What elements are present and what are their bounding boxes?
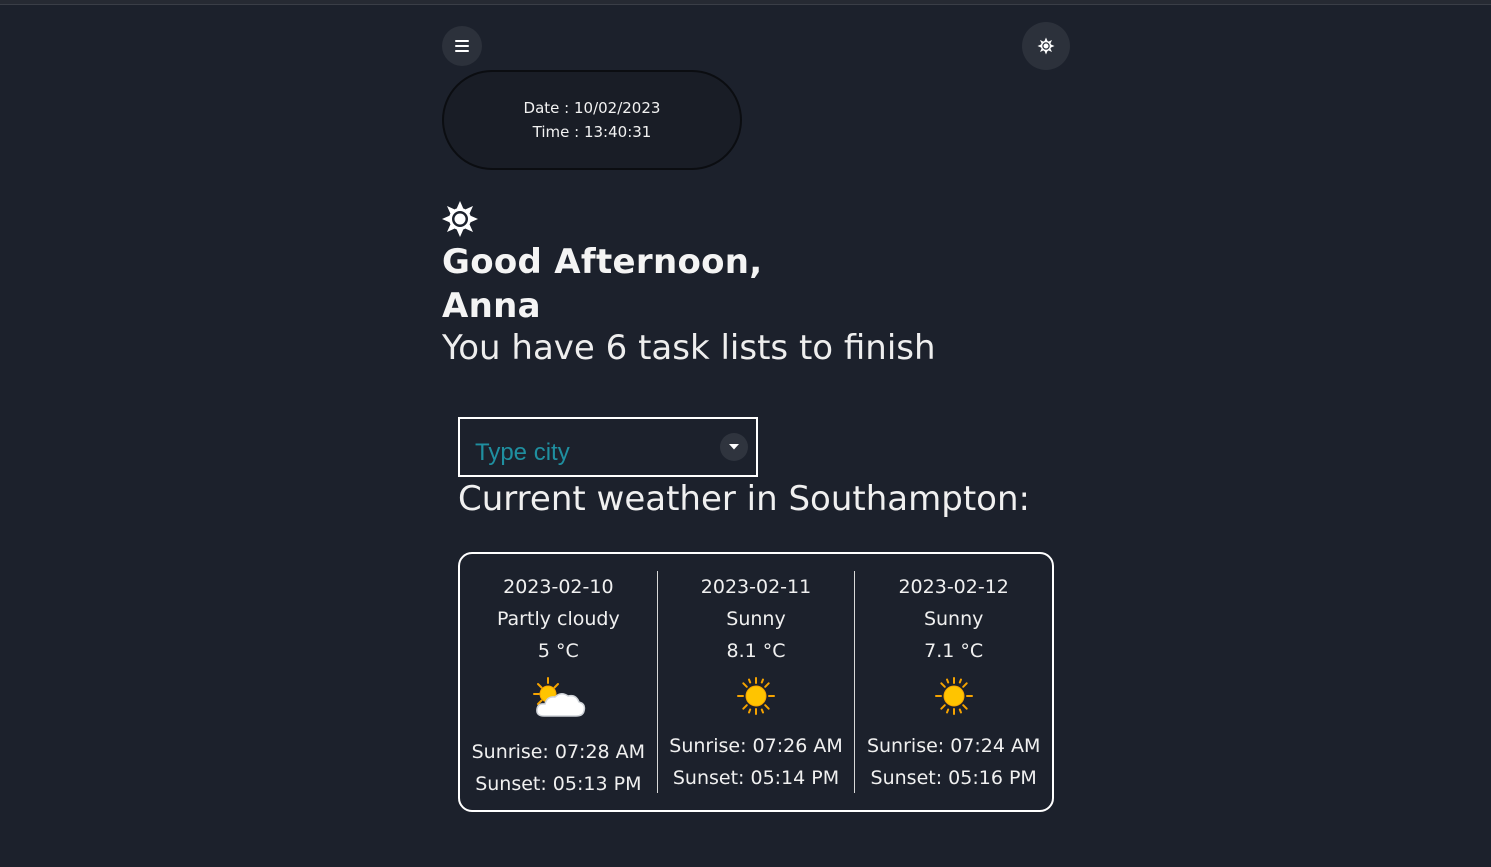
forecast-panel: 2023-02-10 Partly cloudy 5 °C Sunrise: 0… bbox=[458, 552, 1054, 812]
time-row: Time : 13:40:31 bbox=[533, 120, 652, 144]
forecast-sunrise: Sunrise: 07:24 AM bbox=[866, 735, 1041, 757]
forecast-date: 2023-02-10 bbox=[503, 576, 614, 598]
task-count: 6 bbox=[605, 328, 628, 368]
forecast-sunset: Sunset: 05:14 PM bbox=[672, 767, 840, 789]
date-time-widget: Date : 10/02/2023 Time : 13:40:31 bbox=[442, 70, 742, 170]
forecast-day: 2023-02-10 Partly cloudy 5 °C Sunrise: 0… bbox=[460, 571, 657, 795]
city-dropdown-button[interactable] bbox=[720, 433, 748, 461]
dashboard: Date : 10/02/2023 Time : 13:40:31 Good A… bbox=[442, 0, 1070, 867]
forecast-sunrise: Sunrise: 07:26 AM bbox=[669, 735, 843, 757]
caret-down-icon bbox=[729, 444, 739, 450]
sun-icon bbox=[442, 201, 478, 237]
time-label: Time : bbox=[532, 123, 584, 141]
forecast-date: 2023-02-12 bbox=[898, 576, 1009, 598]
partly-cloudy-icon bbox=[530, 676, 586, 722]
greeting-line: Good Afternoon, bbox=[442, 242, 763, 282]
theme-toggle-button[interactable] bbox=[1022, 22, 1070, 70]
weather-city: Southampton bbox=[788, 479, 1019, 519]
menu-icon bbox=[455, 40, 469, 52]
date-value: 10/02/2023 bbox=[573, 99, 661, 117]
forecast-temperature: 8.1 °C bbox=[726, 640, 786, 662]
forecast-temperature: 7.1 °C bbox=[924, 640, 984, 662]
task-summary-suffix: task lists to finish bbox=[627, 328, 936, 368]
forecast-day: 2023-02-11 Sunny 8.1 °C Sunrise: 07:26 A… bbox=[656, 571, 855, 793]
forecast-date: 2023-02-11 bbox=[700, 576, 812, 598]
date-label: Date : bbox=[523, 99, 574, 117]
forecast-condition: Partly cloudy bbox=[496, 608, 620, 630]
city-search-input[interactable]: Type city bbox=[458, 417, 758, 477]
sunny-icon bbox=[728, 676, 784, 716]
sunny-icon bbox=[926, 676, 982, 716]
forecast-sunset: Sunset: 05:16 PM bbox=[870, 767, 1037, 789]
forecast-condition: Sunny bbox=[923, 608, 984, 630]
forecast-sunrise: Sunrise: 07:28 AM bbox=[471, 741, 646, 763]
greeting-heading: Good Afternoon, Anna bbox=[442, 240, 763, 328]
task-summary: You have 6 task lists to finish bbox=[442, 325, 936, 371]
task-summary-prefix: You have bbox=[442, 328, 606, 368]
forecast-day: 2023-02-12 Sunny 7.1 °C Sunrise: 07:24 A… bbox=[854, 571, 1052, 793]
date-row: Date : 10/02/2023 bbox=[524, 96, 661, 120]
forecast-temperature: 5 °C bbox=[537, 640, 579, 662]
sun-icon bbox=[1037, 37, 1055, 55]
city-search-placeholder: Type city bbox=[475, 439, 570, 466]
time-value: 13:40:31 bbox=[583, 123, 652, 141]
forecast-condition: Sunny bbox=[726, 608, 786, 630]
menu-button[interactable] bbox=[442, 26, 482, 66]
weather-heading-prefix: Current weather in bbox=[458, 479, 789, 519]
weather-heading: Current weather in Southampton: bbox=[458, 476, 1030, 522]
weather-heading-suffix: : bbox=[1018, 479, 1030, 519]
user-name: Anna bbox=[442, 286, 541, 326]
forecast-sunset: Sunset: 05:13 PM bbox=[475, 773, 642, 795]
